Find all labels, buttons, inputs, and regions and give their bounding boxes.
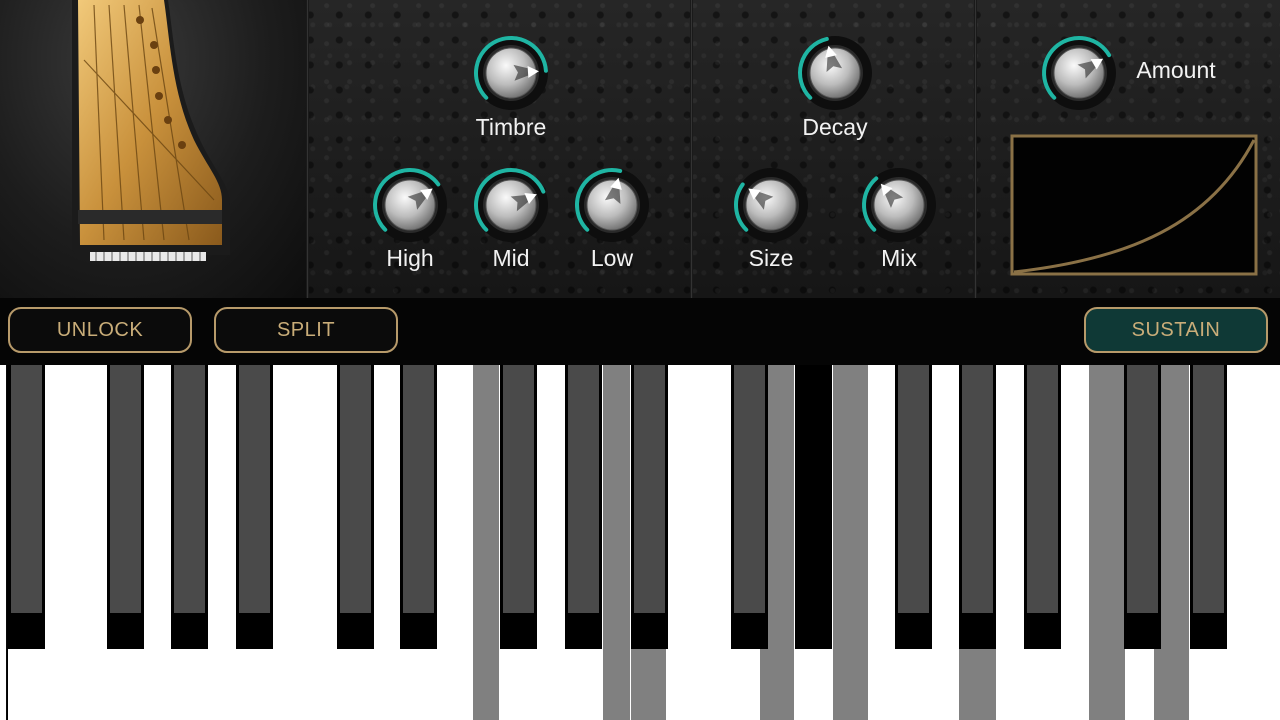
white-key[interactable] [697, 365, 732, 720]
control-panel: Timbre High Mid Low Decay Size Mix Amoun… [0, 0, 1280, 298]
section-divider [974, 0, 977, 298]
sustain-button[interactable]: SUSTAIN [1084, 307, 1268, 353]
control-bar: UNLOCK SPLIT SUSTAIN [0, 298, 1280, 365]
size-label: Size [748, 245, 794, 271]
low-knob[interactable] [573, 166, 651, 244]
black-key[interactable] [565, 365, 602, 649]
decay-label: Decay [802, 114, 868, 140]
white-key[interactable] [44, 365, 79, 720]
low-label: Low [590, 245, 634, 271]
black-key[interactable] [8, 365, 45, 649]
white-key[interactable] [667, 365, 696, 720]
black-key[interactable] [795, 365, 832, 649]
velocity-curve[interactable] [1010, 134, 1258, 276]
black-key[interactable] [400, 365, 437, 649]
unlock-button[interactable]: UNLOCK [8, 307, 192, 353]
black-key[interactable] [236, 365, 273, 649]
white-key[interactable] [438, 365, 472, 720]
black-key[interactable] [171, 365, 208, 649]
black-key[interactable] [1190, 365, 1227, 649]
piano-app: Timbre High Mid Low Decay Size Mix Amoun… [0, 0, 1280, 720]
mix-label: Mix [881, 245, 917, 271]
black-key[interactable] [1024, 365, 1061, 649]
black-key[interactable] [631, 365, 668, 649]
black-key[interactable] [731, 365, 768, 649]
pressed-white-key[interactable] [1089, 365, 1125, 720]
white-key[interactable] [931, 365, 958, 720]
piano-section [0, 0, 308, 298]
black-key[interactable] [500, 365, 537, 649]
white-key[interactable] [537, 365, 564, 720]
white-key[interactable] [1226, 365, 1261, 720]
amount-label: Amount [1136, 57, 1216, 83]
split-button[interactable]: SPLIT [214, 307, 398, 353]
mix-knob[interactable] [860, 166, 938, 244]
white-key[interactable] [208, 365, 235, 720]
white-key[interactable] [1060, 365, 1088, 720]
black-key[interactable] [895, 365, 932, 649]
black-key[interactable] [337, 365, 374, 649]
size-knob[interactable] [732, 166, 810, 244]
black-key[interactable] [959, 365, 996, 649]
section-divider [690, 0, 693, 298]
timbre-label: Timbre [475, 114, 547, 140]
grand-piano-image [72, 0, 230, 261]
section-divider [306, 0, 309, 298]
pressed-white-key[interactable] [473, 365, 499, 720]
pressed-white-key[interactable] [603, 365, 630, 720]
pressed-white-key[interactable] [833, 365, 868, 720]
white-key[interactable] [143, 365, 170, 720]
decay-knob[interactable] [796, 34, 874, 112]
white-key[interactable] [997, 365, 1023, 720]
timbre-knob[interactable] [472, 34, 550, 112]
high-knob[interactable] [371, 166, 449, 244]
white-key[interactable] [80, 365, 106, 720]
piano-keyboard [0, 365, 1280, 720]
black-key[interactable] [107, 365, 144, 649]
white-key[interactable] [869, 365, 894, 720]
white-key[interactable] [300, 365, 336, 720]
mid-knob[interactable] [472, 166, 550, 244]
white-key[interactable] [272, 365, 299, 720]
white-key[interactable] [1262, 365, 1279, 720]
white-key[interactable] [0, 365, 7, 720]
black-key[interactable] [1124, 365, 1161, 649]
